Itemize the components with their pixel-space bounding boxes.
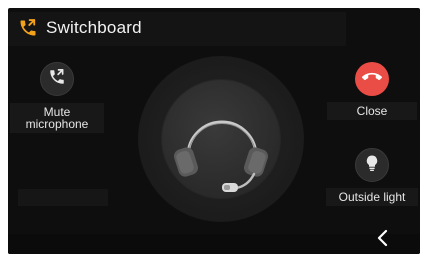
headset-icon xyxy=(166,88,276,203)
close-label: Close xyxy=(327,102,417,120)
bottom-bar xyxy=(8,234,420,254)
close-button-circle[interactable] xyxy=(355,62,389,96)
phone-forward-icon xyxy=(48,68,66,91)
close-button[interactable]: Close xyxy=(327,62,417,120)
hang-up-icon xyxy=(362,67,382,92)
chevron-left-icon xyxy=(376,229,390,252)
empty-slot xyxy=(18,189,108,206)
mute-microphone-button[interactable]: Mute microphone xyxy=(10,62,104,133)
switchboard-screen: Switchboard Mute microphone Close Outsid… xyxy=(8,8,420,254)
page-title: Switchboard xyxy=(46,18,142,37)
header: Switchboard xyxy=(18,18,142,38)
outside-light-button[interactable]: Outside light xyxy=(326,148,418,206)
mute-microphone-label: Mute microphone xyxy=(10,103,104,133)
outside-light-label: Outside light xyxy=(326,188,418,206)
back-button[interactable] xyxy=(372,229,394,251)
mute-button-circle[interactable] xyxy=(40,62,74,96)
light-bulb-icon xyxy=(363,154,381,177)
light-button-circle[interactable] xyxy=(355,148,389,182)
phone-forward-icon xyxy=(18,18,38,38)
